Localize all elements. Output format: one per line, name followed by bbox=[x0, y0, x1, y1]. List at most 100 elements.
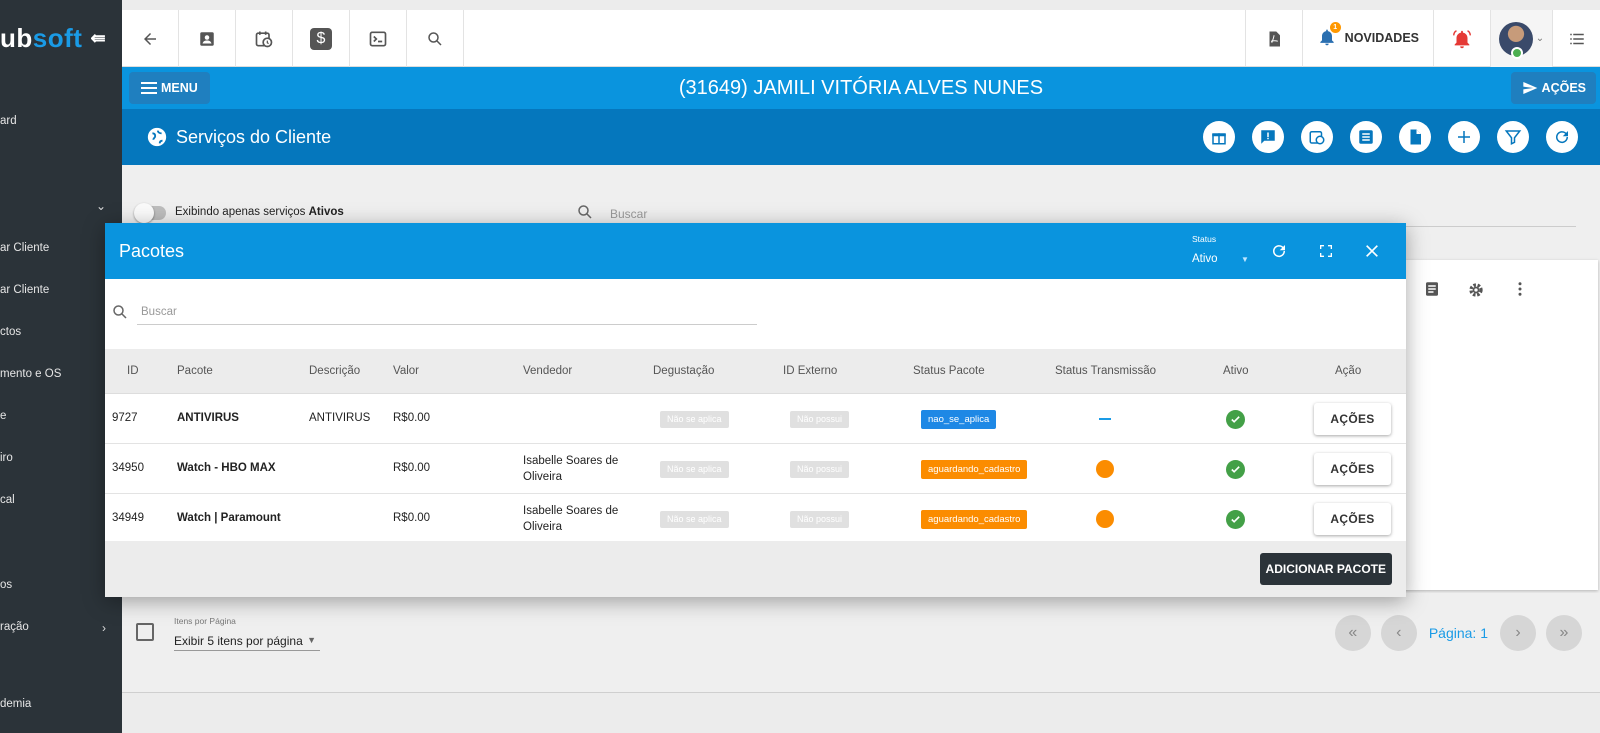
status-filter-select[interactable]: Ativo bbox=[1192, 253, 1247, 265]
sidebar-item-fiscal[interactable]: cal bbox=[0, 494, 122, 506]
alerts-button[interactable] bbox=[1434, 10, 1491, 67]
cell-vendedor: Isabelle Soares de Oliveira bbox=[523, 455, 619, 483]
sidebar-item-contatos[interactable]: ctos bbox=[0, 326, 122, 338]
search-icon bbox=[578, 205, 592, 219]
sidebar-item-atendimento[interactable]: mento e OS bbox=[0, 368, 122, 380]
table-row[interactable]: 9727 ANTIVIRUS ANTIVIRUS R$0.00 Não se a… bbox=[105, 394, 1406, 444]
gift-icon bbox=[1212, 133, 1226, 145]
row-actions-button[interactable]: AÇÕES bbox=[1314, 503, 1391, 535]
feedback-button[interactable] bbox=[1252, 121, 1284, 153]
hamburger-icon bbox=[141, 82, 157, 94]
id-externo-badge: Não possui bbox=[790, 511, 850, 528]
sidebar-item-label: ar Cliente bbox=[0, 284, 50, 296]
sidebar-item-os[interactable]: os bbox=[0, 579, 122, 591]
gear-icon[interactable] bbox=[1466, 280, 1486, 300]
first-page-button[interactable]: « bbox=[1334, 615, 1371, 651]
sidebar-item-buscar-cliente[interactable]: ar Cliente bbox=[0, 284, 122, 296]
arrow-left-icon bbox=[144, 32, 156, 45]
table-row[interactable]: 34950 Watch - HBO MAX R$0.00 Isabelle So… bbox=[105, 444, 1406, 494]
schedule-history-button[interactable] bbox=[1301, 121, 1333, 153]
column-header-ativo[interactable]: Ativo bbox=[1223, 349, 1249, 394]
contact-button[interactable] bbox=[179, 10, 236, 67]
column-header-pacote[interactable]: Pacote bbox=[177, 349, 213, 394]
collapse-menu-icon[interactable]: ⇚ bbox=[90, 28, 106, 49]
column-header-vendedor[interactable]: Vendedor bbox=[523, 349, 572, 394]
sidebar-item-cadastrar-cliente[interactable]: ar Cliente bbox=[0, 242, 122, 254]
back-button[interactable] bbox=[122, 10, 179, 67]
feedback-icon bbox=[1261, 130, 1275, 144]
active-only-toggle[interactable] bbox=[134, 203, 166, 223]
select-all-checkbox[interactable] bbox=[136, 623, 154, 641]
add-package-button[interactable]: ADICIONAR PACOTE bbox=[1259, 553, 1392, 585]
fullscreen-button[interactable] bbox=[1313, 238, 1339, 264]
pdf-button[interactable] bbox=[1246, 10, 1303, 67]
next-page-button[interactable]: › bbox=[1500, 615, 1536, 651]
menu-button[interactable]: MENU bbox=[129, 72, 210, 104]
gift-button[interactable] bbox=[1203, 121, 1235, 153]
sidebar-item-dashboard[interactable]: ard bbox=[0, 115, 122, 127]
add-button[interactable] bbox=[1448, 121, 1480, 153]
last-page-button[interactable]: » bbox=[1546, 615, 1582, 651]
cell-vendedor: Isabelle Soares de Oliveira bbox=[523, 505, 619, 533]
filter-button[interactable] bbox=[1497, 121, 1529, 153]
close-button[interactable] bbox=[1359, 238, 1385, 264]
column-header-acao[interactable]: Ação bbox=[1335, 349, 1361, 394]
column-header-valor[interactable]: Valor bbox=[393, 349, 419, 394]
chevron-left-icon: ‹ bbox=[1396, 624, 1402, 641]
refresh-icon bbox=[1556, 131, 1569, 144]
sidebar-item-e[interactable]: e bbox=[0, 410, 122, 422]
column-header-status-pacote[interactable]: Status Pacote bbox=[913, 349, 985, 394]
sidebar-item-label: mento e OS bbox=[0, 368, 62, 380]
column-header-descricao[interactable]: Descrição bbox=[309, 349, 360, 394]
news-button[interactable]: 1 NOVIDADES bbox=[1303, 10, 1434, 66]
column-header-degustacao[interactable]: Degustação bbox=[653, 349, 714, 394]
client-actions-button[interactable]: AÇÕES bbox=[1510, 72, 1596, 104]
degustacao-badge: Não se aplica bbox=[660, 411, 729, 428]
sidebar-item-label: ar Cliente bbox=[0, 242, 50, 254]
document-button[interactable] bbox=[1399, 121, 1431, 153]
cell-pacote: Watch | Paramount bbox=[177, 512, 281, 524]
schedule-button[interactable] bbox=[236, 10, 293, 67]
alarm-bell-icon bbox=[1453, 29, 1471, 48]
list-menu-button[interactable] bbox=[1553, 10, 1600, 67]
per-page-select[interactable]: Exibir 5 itens por página ▼ bbox=[174, 629, 320, 651]
refresh-button[interactable] bbox=[1266, 238, 1292, 264]
column-header-id-externo[interactable]: ID Externo bbox=[783, 349, 837, 394]
dialog-footer: ADICIONAR PACOTE bbox=[105, 541, 1406, 597]
transmission-pending-icon bbox=[1096, 460, 1114, 478]
dialog-search-area: Buscar bbox=[105, 279, 1406, 349]
top-toolbar: $ 1 NOVIDADES ⌄ bbox=[122, 10, 1600, 67]
sidebar-item-label: ctos bbox=[0, 326, 22, 338]
refresh-button[interactable] bbox=[1546, 121, 1578, 153]
cell-pacote: ANTIVIRUS bbox=[177, 412, 239, 424]
dialog-search-input[interactable]: Buscar bbox=[137, 303, 757, 325]
more-vertical-icon[interactable] bbox=[1511, 280, 1529, 298]
sidebar-item-label: iro bbox=[0, 452, 13, 464]
row-actions-button[interactable]: AÇÕES bbox=[1314, 453, 1391, 485]
chevron-right-icon[interactable]: › bbox=[102, 621, 106, 635]
row-actions-label: AÇÕES bbox=[1330, 462, 1375, 476]
calendar-clock-icon bbox=[255, 31, 273, 47]
services-title-text: Serviços do Cliente bbox=[176, 127, 332, 147]
table-row[interactable]: 34949 Watch | Paramount R$0.00 Isabelle … bbox=[105, 494, 1406, 544]
list-view-button[interactable] bbox=[1350, 121, 1382, 153]
column-header-id[interactable]: ID bbox=[127, 349, 139, 394]
search-button[interactable] bbox=[407, 10, 464, 67]
page-title: Serviços do Cliente bbox=[146, 109, 331, 165]
id-externo-badge: Não possui bbox=[790, 461, 850, 478]
sidebar-item-academia[interactable]: demia bbox=[0, 698, 122, 710]
search-placeholder: Buscar bbox=[141, 306, 177, 318]
chevron-down-icon[interactable]: ⌄ bbox=[96, 199, 106, 213]
finance-button[interactable]: $ bbox=[293, 10, 350, 67]
send-icon bbox=[1522, 82, 1537, 94]
prev-page-button[interactable]: ‹ bbox=[1380, 615, 1417, 651]
list-box-icon[interactable] bbox=[1423, 280, 1441, 298]
row-actions-button[interactable]: AÇÕES bbox=[1314, 403, 1391, 435]
user-menu[interactable]: ⌄ bbox=[1491, 10, 1553, 67]
brand-logo[interactable]: ub soft ⇚ bbox=[0, 10, 122, 67]
page-indicator: Página: 1 bbox=[1428, 625, 1488, 641]
column-header-status-transmissao[interactable]: Status Transmissão bbox=[1055, 349, 1156, 394]
terminal-button[interactable] bbox=[350, 10, 407, 67]
toggle-label: Exibindo apenas serviços Ativos bbox=[175, 206, 344, 218]
sidebar-item-financeiro[interactable]: iro bbox=[0, 452, 122, 464]
